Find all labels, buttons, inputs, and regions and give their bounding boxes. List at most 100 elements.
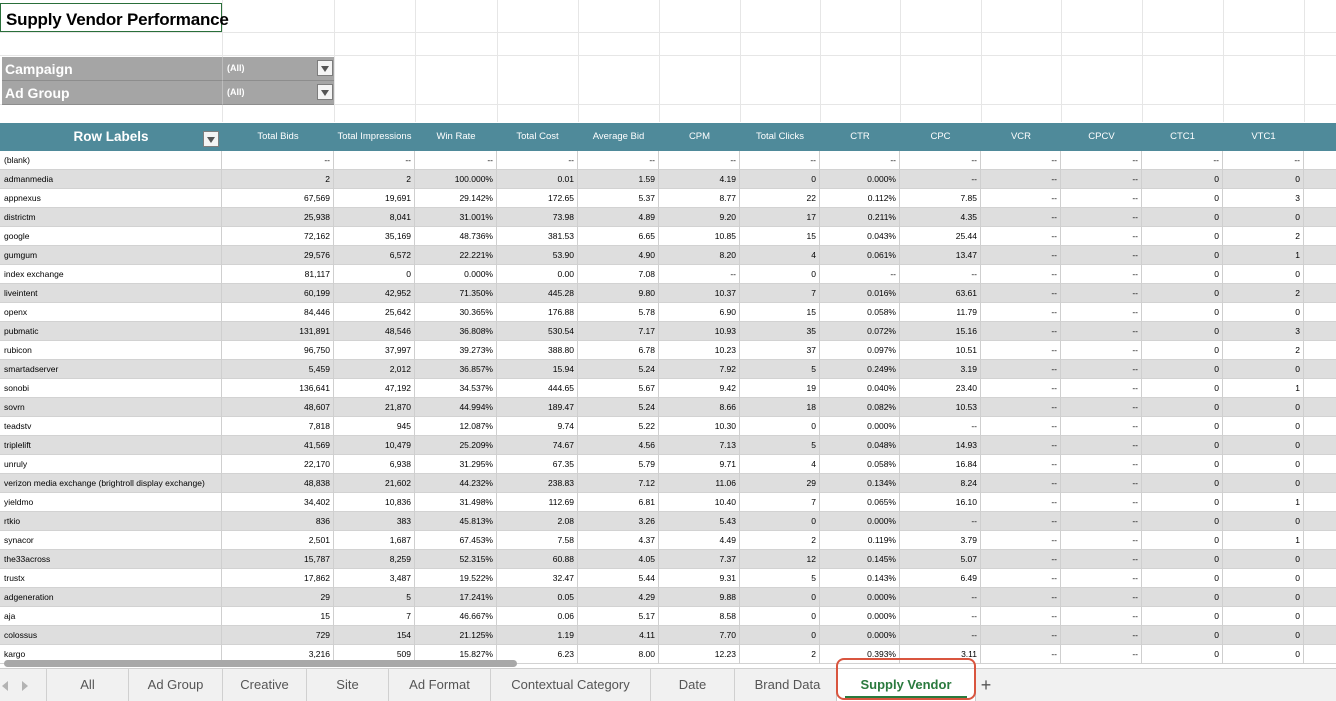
value-cell[interactable]: 7 [740, 284, 820, 303]
value-cell[interactable]: -- [1061, 607, 1142, 626]
tab-brand-data[interactable]: Brand Data [734, 669, 840, 701]
value-cell[interactable]: -- [1061, 436, 1142, 455]
value-cell[interactable]: 2 [740, 645, 820, 664]
value-cell[interactable]: 0.249% [820, 360, 900, 379]
value-cell[interactable]: 34,402 [222, 493, 334, 512]
value-cell[interactable]: 0 [1142, 417, 1223, 436]
value-cell[interactable]: 0 [1223, 417, 1304, 436]
value-cell[interactable]: -- [1061, 341, 1142, 360]
value-cell[interactable]: 0 [1142, 246, 1223, 265]
value-cell[interactable]: 9.71 [659, 455, 740, 474]
value-cell[interactable]: 12.087% [415, 417, 497, 436]
value-cell[interactable]: -- [1061, 474, 1142, 493]
value-cell[interactable]: -- [981, 227, 1061, 246]
value-cell[interactable]: 0 [1142, 550, 1223, 569]
value-cell[interactable]: 0 [1142, 303, 1223, 322]
value-cell[interactable]: 10.40 [659, 493, 740, 512]
value-cell[interactable]: 2.08 [497, 512, 578, 531]
value-cell[interactable]: -- [1223, 151, 1304, 170]
value-cell[interactable]: 0.061% [820, 246, 900, 265]
value-cell[interactable]: 45.813% [415, 512, 497, 531]
value-cell[interactable]: 31.295% [415, 455, 497, 474]
value-cell[interactable]: 48.736% [415, 227, 497, 246]
value-cell[interactable]: 9.20 [659, 208, 740, 227]
filter-value-ad-group[interactable]: (All) [222, 81, 334, 105]
value-cell[interactable]: 3 [1223, 189, 1304, 208]
value-cell[interactable]: 29 [222, 588, 334, 607]
value-cell[interactable]: -- [578, 151, 659, 170]
value-cell[interactable]: 4 [740, 455, 820, 474]
value-cell[interactable]: 0 [1142, 284, 1223, 303]
value-cell[interactable]: 4.29 [578, 588, 659, 607]
value-cell[interactable]: 5,459 [222, 360, 334, 379]
value-cell[interactable]: 0 [740, 170, 820, 189]
value-cell[interactable]: 0.145% [820, 550, 900, 569]
value-cell[interactable]: 3.79 [900, 531, 981, 550]
value-cell[interactable]: 11.79 [900, 303, 981, 322]
value-cell[interactable]: 0 [1142, 398, 1223, 417]
column-header-ctc1[interactable]: CTC1 [1142, 123, 1223, 151]
value-cell[interactable]: 4 [740, 246, 820, 265]
value-cell[interactable]: -- [820, 151, 900, 170]
value-cell[interactable]: -- [1061, 265, 1142, 284]
value-cell[interactable]: 48,546 [334, 322, 415, 341]
row-label-cell[interactable]: districtm [0, 208, 222, 227]
value-cell[interactable]: 12 [740, 550, 820, 569]
value-cell[interactable]: -- [981, 550, 1061, 569]
row-label-cell[interactable]: teadstv [0, 417, 222, 436]
value-cell[interactable]: 12.23 [659, 645, 740, 664]
value-cell[interactable]: 3 [1223, 322, 1304, 341]
value-cell[interactable]: 0.097% [820, 341, 900, 360]
value-cell[interactable]: 4.90 [578, 246, 659, 265]
value-cell[interactable]: -- [1061, 303, 1142, 322]
value-cell[interactable]: 0.000% [820, 512, 900, 531]
value-cell[interactable]: 0 [1223, 170, 1304, 189]
value-cell[interactable]: 0 [1223, 303, 1304, 322]
value-cell[interactable]: -- [900, 151, 981, 170]
value-cell[interactable]: -- [1061, 322, 1142, 341]
value-cell[interactable]: 17,862 [222, 569, 334, 588]
value-cell[interactable]: -- [1061, 246, 1142, 265]
value-cell[interactable]: 0 [1142, 322, 1223, 341]
row-label-cell[interactable]: adgeneration [0, 588, 222, 607]
value-cell[interactable]: 29.142% [415, 189, 497, 208]
value-cell[interactable]: 39.273% [415, 341, 497, 360]
horizontal-scrollbar[interactable] [4, 660, 517, 667]
value-cell[interactable]: -- [981, 170, 1061, 189]
value-cell[interactable]: 10.51 [900, 341, 981, 360]
value-cell[interactable]: 10.53 [900, 398, 981, 417]
value-cell[interactable]: 9.74 [497, 417, 578, 436]
value-cell[interactable]: 0.040% [820, 379, 900, 398]
row-label-cell[interactable]: aja [0, 607, 222, 626]
value-cell[interactable]: 0 [740, 626, 820, 645]
value-cell[interactable]: 8.58 [659, 607, 740, 626]
value-cell[interactable]: 81,117 [222, 265, 334, 284]
value-cell[interactable]: 9.88 [659, 588, 740, 607]
value-cell[interactable]: 0.06 [497, 607, 578, 626]
value-cell[interactable]: 5.79 [578, 455, 659, 474]
value-cell[interactable]: 7 [334, 607, 415, 626]
value-cell[interactable]: 445.28 [497, 284, 578, 303]
value-cell[interactable]: 0 [1223, 588, 1304, 607]
value-cell[interactable]: 0 [1223, 626, 1304, 645]
value-cell[interactable]: 0 [1142, 341, 1223, 360]
value-cell[interactable]: 5.43 [659, 512, 740, 531]
value-cell[interactable]: 0 [1223, 569, 1304, 588]
value-cell[interactable]: 0 [1142, 360, 1223, 379]
value-cell[interactable]: 5.24 [578, 398, 659, 417]
value-cell[interactable]: 530.54 [497, 322, 578, 341]
value-cell[interactable]: 0.000% [820, 626, 900, 645]
value-cell[interactable]: 2 [222, 170, 334, 189]
value-cell[interactable]: 15 [740, 303, 820, 322]
value-cell[interactable]: 16.84 [900, 455, 981, 474]
value-cell[interactable]: 945 [334, 417, 415, 436]
value-cell[interactable]: 1 [1223, 531, 1304, 550]
value-cell[interactable]: 2,012 [334, 360, 415, 379]
value-cell[interactable]: 53.90 [497, 246, 578, 265]
value-cell[interactable]: 46.667% [415, 607, 497, 626]
value-cell[interactable]: 0.000% [415, 265, 497, 284]
scroll-right-icon[interactable] [22, 681, 28, 691]
value-cell[interactable]: 8,259 [334, 550, 415, 569]
filter-value-campaign[interactable]: (All) [222, 57, 334, 81]
value-cell[interactable]: 0 [1223, 607, 1304, 626]
